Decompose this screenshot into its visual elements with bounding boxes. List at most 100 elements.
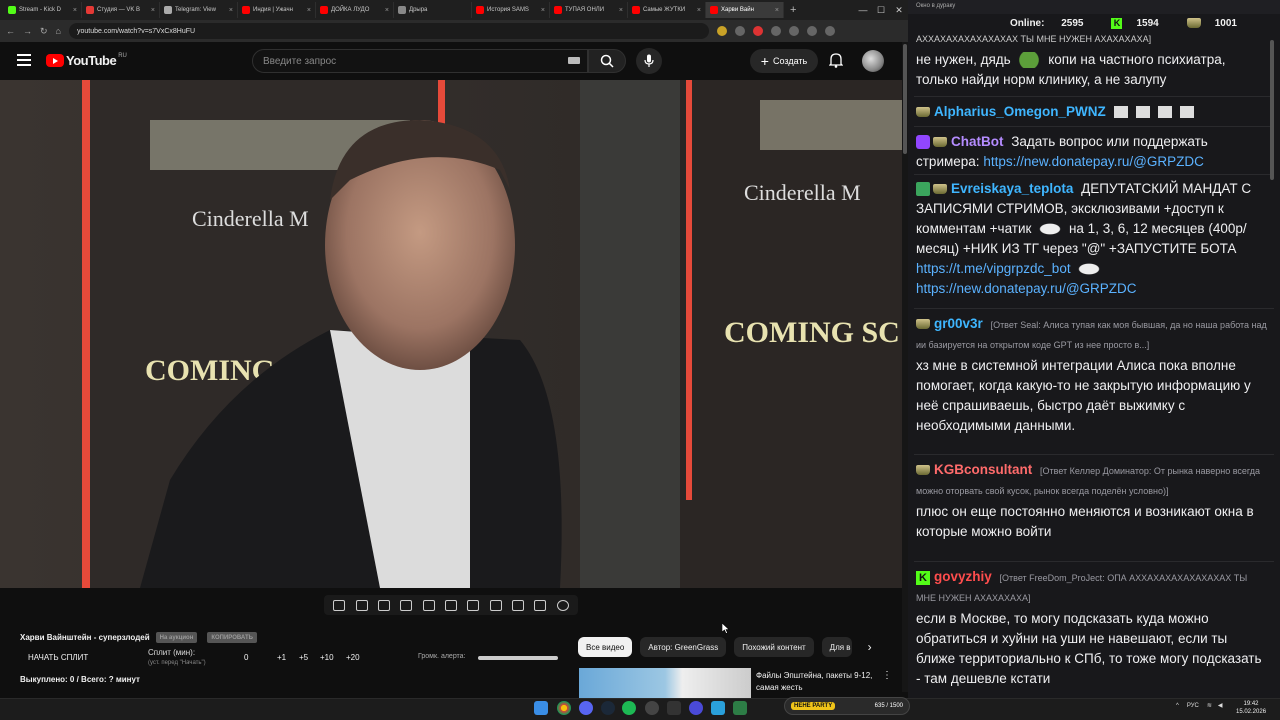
start-split-button[interactable]: НАЧАТЬ СПЛИТ	[28, 653, 88, 662]
chip-author[interactable]: Автор: GreenGrass	[640, 637, 727, 657]
split-value-input[interactable]: 0	[244, 653, 248, 662]
search-button[interactable]	[588, 49, 626, 73]
chevron-up-icon[interactable]: ^	[1176, 703, 1179, 709]
cat-emote-icon	[1074, 261, 1105, 278]
gear-icon[interactable]	[556, 599, 569, 611]
tab-dyra[interactable]: Дрыра	[394, 2, 472, 18]
youtube-logo[interactable]: YouTube RU	[46, 53, 127, 68]
svg-text:COMING SC: COMING SC	[724, 316, 900, 349]
app-icon[interactable]	[645, 701, 659, 715]
steam-icon[interactable]	[601, 701, 615, 715]
create-button[interactable]: + Создать	[750, 49, 818, 73]
plus20-button[interactable]: +20	[346, 653, 360, 662]
copy-button[interactable]: КОПИРОВАТЬ	[207, 632, 257, 643]
plus10-button[interactable]: +10	[320, 653, 334, 662]
close-icon[interactable]: ×	[619, 7, 623, 14]
folder-icon[interactable]	[400, 599, 413, 611]
profile-icon[interactable]	[806, 26, 817, 36]
windows-start-icon[interactable]	[534, 701, 548, 715]
plus5-button[interactable]: +5	[299, 653, 308, 662]
tab-telegram[interactable]: Telegram: View ×	[160, 2, 238, 18]
svg-text:Cinderella M: Cinderella M	[744, 180, 861, 205]
close-icon[interactable]: ×	[73, 7, 77, 14]
tab-zhutkie[interactable]: Самые ЖУТКИ ×	[628, 2, 706, 18]
chat-link[interactable]: https://new.donatepay.ru/@GRPZDC	[916, 281, 1137, 296]
tab-vk-studio[interactable]: Студия — VK В ×	[82, 2, 160, 18]
maximize-button[interactable]: ☐	[872, 5, 890, 16]
close-icon[interactable]: ×	[151, 7, 155, 14]
recommendation-thumbnail[interactable]	[579, 668, 751, 698]
new-tab-button[interactable]: +	[790, 4, 796, 16]
tab-samsung[interactable]: История SAMS ×	[472, 2, 550, 18]
url-field[interactable]: youtube.com/watch?v=s7VxCx8HuFU	[68, 23, 709, 39]
chat-link[interactable]: https://t.me/vipgrpzdc_bot	[916, 261, 1071, 276]
auction-button[interactable]: На аукцион	[155, 632, 198, 643]
chat-message: не нужен, дядь копи на частного психиатр…	[916, 52, 1226, 87]
close-icon[interactable]: ×	[385, 7, 389, 14]
kick-icon: K	[1111, 18, 1123, 29]
minimize-button[interactable]: —	[854, 5, 872, 15]
chip-similar[interactable]: Похожий контент	[734, 637, 814, 657]
close-icon[interactable]: ×	[307, 7, 311, 14]
plus1-button[interactable]: +1	[277, 653, 286, 662]
avatar[interactable]	[862, 50, 884, 72]
youtube-icon	[632, 6, 640, 14]
telegram-icon[interactable]	[711, 701, 725, 715]
forward-icon[interactable]: →	[23, 26, 32, 36]
extension-icon[interactable]	[734, 26, 745, 36]
reload-icon[interactable]: ↻	[40, 26, 48, 37]
close-icon[interactable]: ×	[697, 7, 701, 14]
camera-icon[interactable]	[512, 599, 525, 611]
app-icon[interactable]	[733, 701, 747, 715]
party-widget[interactable]: HEHE PARTY 635 / 1500	[784, 697, 910, 715]
extension-icon[interactable]	[752, 26, 763, 36]
menu-icon[interactable]	[17, 54, 31, 69]
film-icon[interactable]	[444, 599, 457, 611]
chip-for-you[interactable]: Для в	[821, 637, 852, 657]
clock[interactable]: 19:42 15.02.2026	[1236, 700, 1266, 716]
loop-icon[interactable]	[333, 599, 346, 611]
alert-volume-slider[interactable]	[478, 656, 558, 660]
chrome-icon[interactable]	[557, 701, 571, 715]
close-icon[interactable]: ×	[775, 7, 779, 14]
add-clip-icon[interactable]	[489, 599, 502, 611]
back-icon[interactable]: ←	[6, 26, 15, 36]
tab-india[interactable]: Индия | Ужачн ×	[238, 2, 316, 18]
download-icon[interactable]	[788, 26, 799, 36]
menu-icon[interactable]	[824, 26, 835, 36]
wifi-icon[interactable]: ≋	[1207, 702, 1212, 709]
chat-scrollbar[interactable]	[1270, 40, 1275, 690]
home-icon[interactable]: ⌂	[56, 26, 61, 36]
extension-icon[interactable]	[716, 26, 727, 36]
recommendation-title[interactable]: Файлы Эпштейна, пакеты 9-12, самая жесть	[756, 670, 878, 694]
chevron-right-icon[interactable]: ›	[860, 637, 880, 657]
search-input[interactable]: Введите запрос	[252, 49, 588, 73]
spotify-icon[interactable]	[622, 701, 636, 715]
pip-icon[interactable]	[422, 599, 435, 611]
tab-stream-kick[interactable]: Stream - Kick D ×	[4, 2, 82, 18]
speaker-icon[interactable]: ◀	[1218, 702, 1223, 709]
system-tray: ^ РУС ≋ ◀	[1176, 702, 1223, 710]
speed-icon[interactable]	[467, 599, 480, 611]
watch-later-icon[interactable]	[377, 599, 390, 611]
lab-icon[interactable]	[534, 599, 547, 611]
chip-all-videos[interactable]: Все видео	[578, 637, 633, 657]
chat-link[interactable]: https://new.donatepay.ru/@GRPZDC	[983, 154, 1204, 169]
discord-icon[interactable]	[579, 701, 593, 715]
notifications-button[interactable]	[828, 52, 844, 73]
more-options-icon[interactable]: ⋮	[882, 670, 892, 681]
tab-doika[interactable]: ДОЙКА ЛУДО ×	[316, 2, 394, 18]
keyboard-icon[interactable]	[568, 57, 580, 64]
close-icon[interactable]: ×	[541, 7, 545, 14]
voice-search-button[interactable]	[636, 48, 662, 74]
app-icon[interactable]	[689, 701, 703, 715]
tab-tupaya[interactable]: ТУПАЯ ОНЛИ ×	[550, 2, 628, 18]
close-icon[interactable]: ×	[229, 7, 233, 14]
tab-harvey[interactable]: Харви Вайн ×	[706, 2, 784, 18]
broadcast-icon[interactable]	[355, 599, 368, 611]
app-icon[interactable]	[667, 701, 681, 715]
close-window-button[interactable]: ✕	[890, 5, 908, 16]
crown-icon	[1186, 18, 1201, 29]
extension-icon[interactable]	[770, 26, 781, 36]
video-player[interactable]: Cinderella M COMING Cinderella M COMING …	[0, 80, 902, 588]
